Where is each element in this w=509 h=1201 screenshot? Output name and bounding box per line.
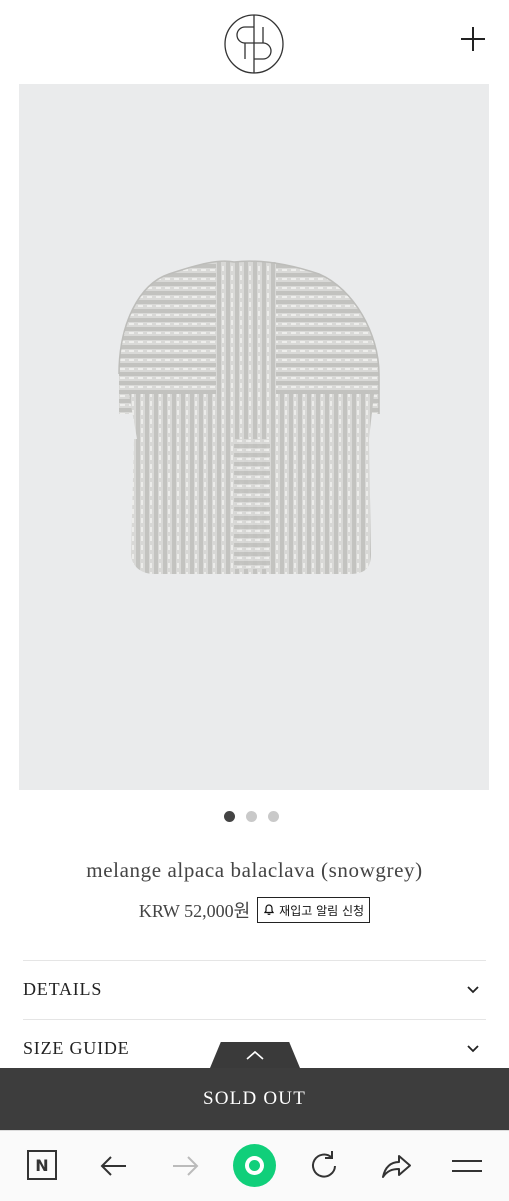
menu-button[interactable] — [449, 1148, 485, 1184]
pagination-dot-3[interactable] — [268, 811, 279, 822]
sold-out-button[interactable]: SOLD OUT — [0, 1068, 509, 1130]
browser-toolbar: N — [0, 1130, 509, 1201]
restock-alert-button[interactable]: 재입고 알림 신청 — [257, 897, 371, 923]
price-row: KRW 52,000원 재입고 알림 신청 — [0, 897, 509, 923]
brand-logo-icon[interactable] — [223, 13, 285, 75]
back-button[interactable] — [96, 1148, 132, 1184]
size-guide-label: SIZE GUIDE — [23, 1038, 130, 1058]
naver-n-button[interactable]: N — [27, 1150, 57, 1180]
details-accordion[interactable]: DETAILS — [23, 960, 486, 1019]
restock-alert-label: 재입고 알림 신청 — [279, 903, 365, 918]
bell-icon — [264, 904, 275, 915]
naver-home-button[interactable] — [233, 1144, 276, 1187]
chevron-up-icon — [246, 1050, 264, 1060]
forward-arrow-icon — [173, 1156, 199, 1176]
back-arrow-icon — [100, 1156, 126, 1176]
chevron-down-icon — [467, 986, 479, 994]
plus-icon[interactable] — [456, 22, 490, 56]
product-image[interactable] — [19, 84, 489, 790]
home-dot-icon — [249, 1160, 260, 1171]
forward-button[interactable] — [167, 1148, 203, 1184]
details-label: DETAILS — [23, 979, 103, 999]
gallery-pagination — [224, 811, 279, 823]
share-icon — [382, 1155, 411, 1178]
balaclava-image — [118, 260, 380, 574]
chevron-down-icon — [467, 1045, 479, 1053]
product-price: KRW 52,000원 — [138, 901, 251, 921]
reload-icon — [312, 1151, 336, 1178]
pagination-dot-1[interactable] — [224, 811, 235, 822]
pagination-dot-2[interactable] — [246, 811, 257, 822]
share-button[interactable] — [378, 1148, 414, 1184]
reload-button[interactable] — [306, 1148, 342, 1184]
menu-icon — [452, 1160, 482, 1172]
product-name: melange alpaca balaclava (snowgrey) — [86, 858, 423, 882]
header — [0, 0, 509, 84]
scroll-up-tab[interactable] — [210, 1042, 300, 1068]
